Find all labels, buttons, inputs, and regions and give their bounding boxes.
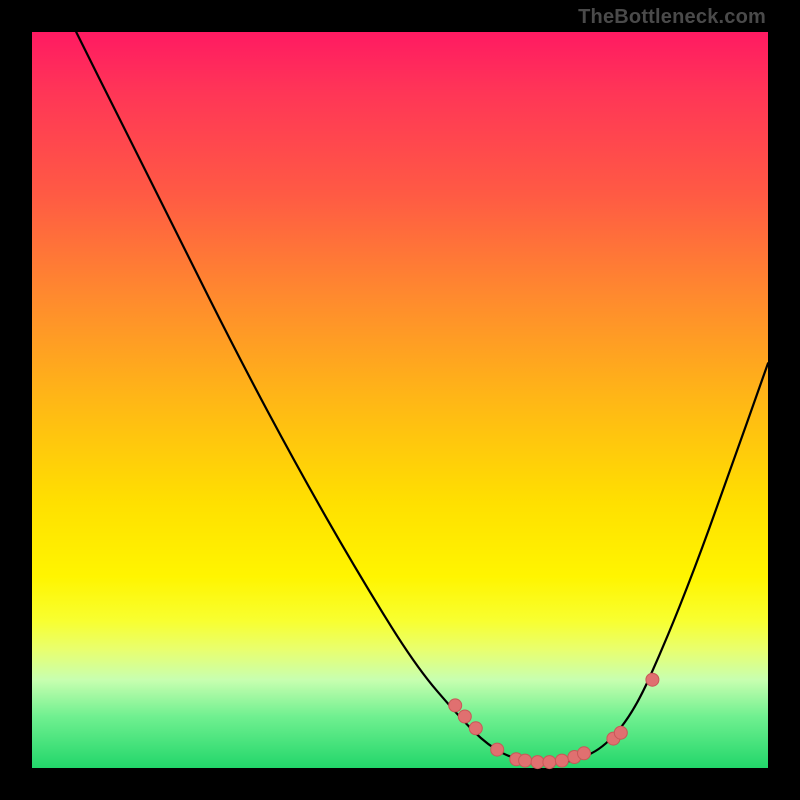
marker-group <box>449 673 659 768</box>
marker-point <box>469 722 482 735</box>
marker-point <box>578 747 591 760</box>
marker-point <box>555 754 568 767</box>
chart-frame: TheBottleneck.com <box>0 0 800 800</box>
marker-point <box>519 754 532 767</box>
bottleneck-curve-svg <box>32 32 768 768</box>
marker-point <box>646 673 659 686</box>
watermark-text: TheBottleneck.com <box>578 6 766 29</box>
marker-point <box>491 743 504 756</box>
marker-point <box>458 710 471 723</box>
marker-point <box>531 756 544 769</box>
bottleneck-curve-path <box>76 32 768 763</box>
marker-point <box>449 699 462 712</box>
marker-point <box>614 726 627 739</box>
marker-point <box>543 756 556 769</box>
